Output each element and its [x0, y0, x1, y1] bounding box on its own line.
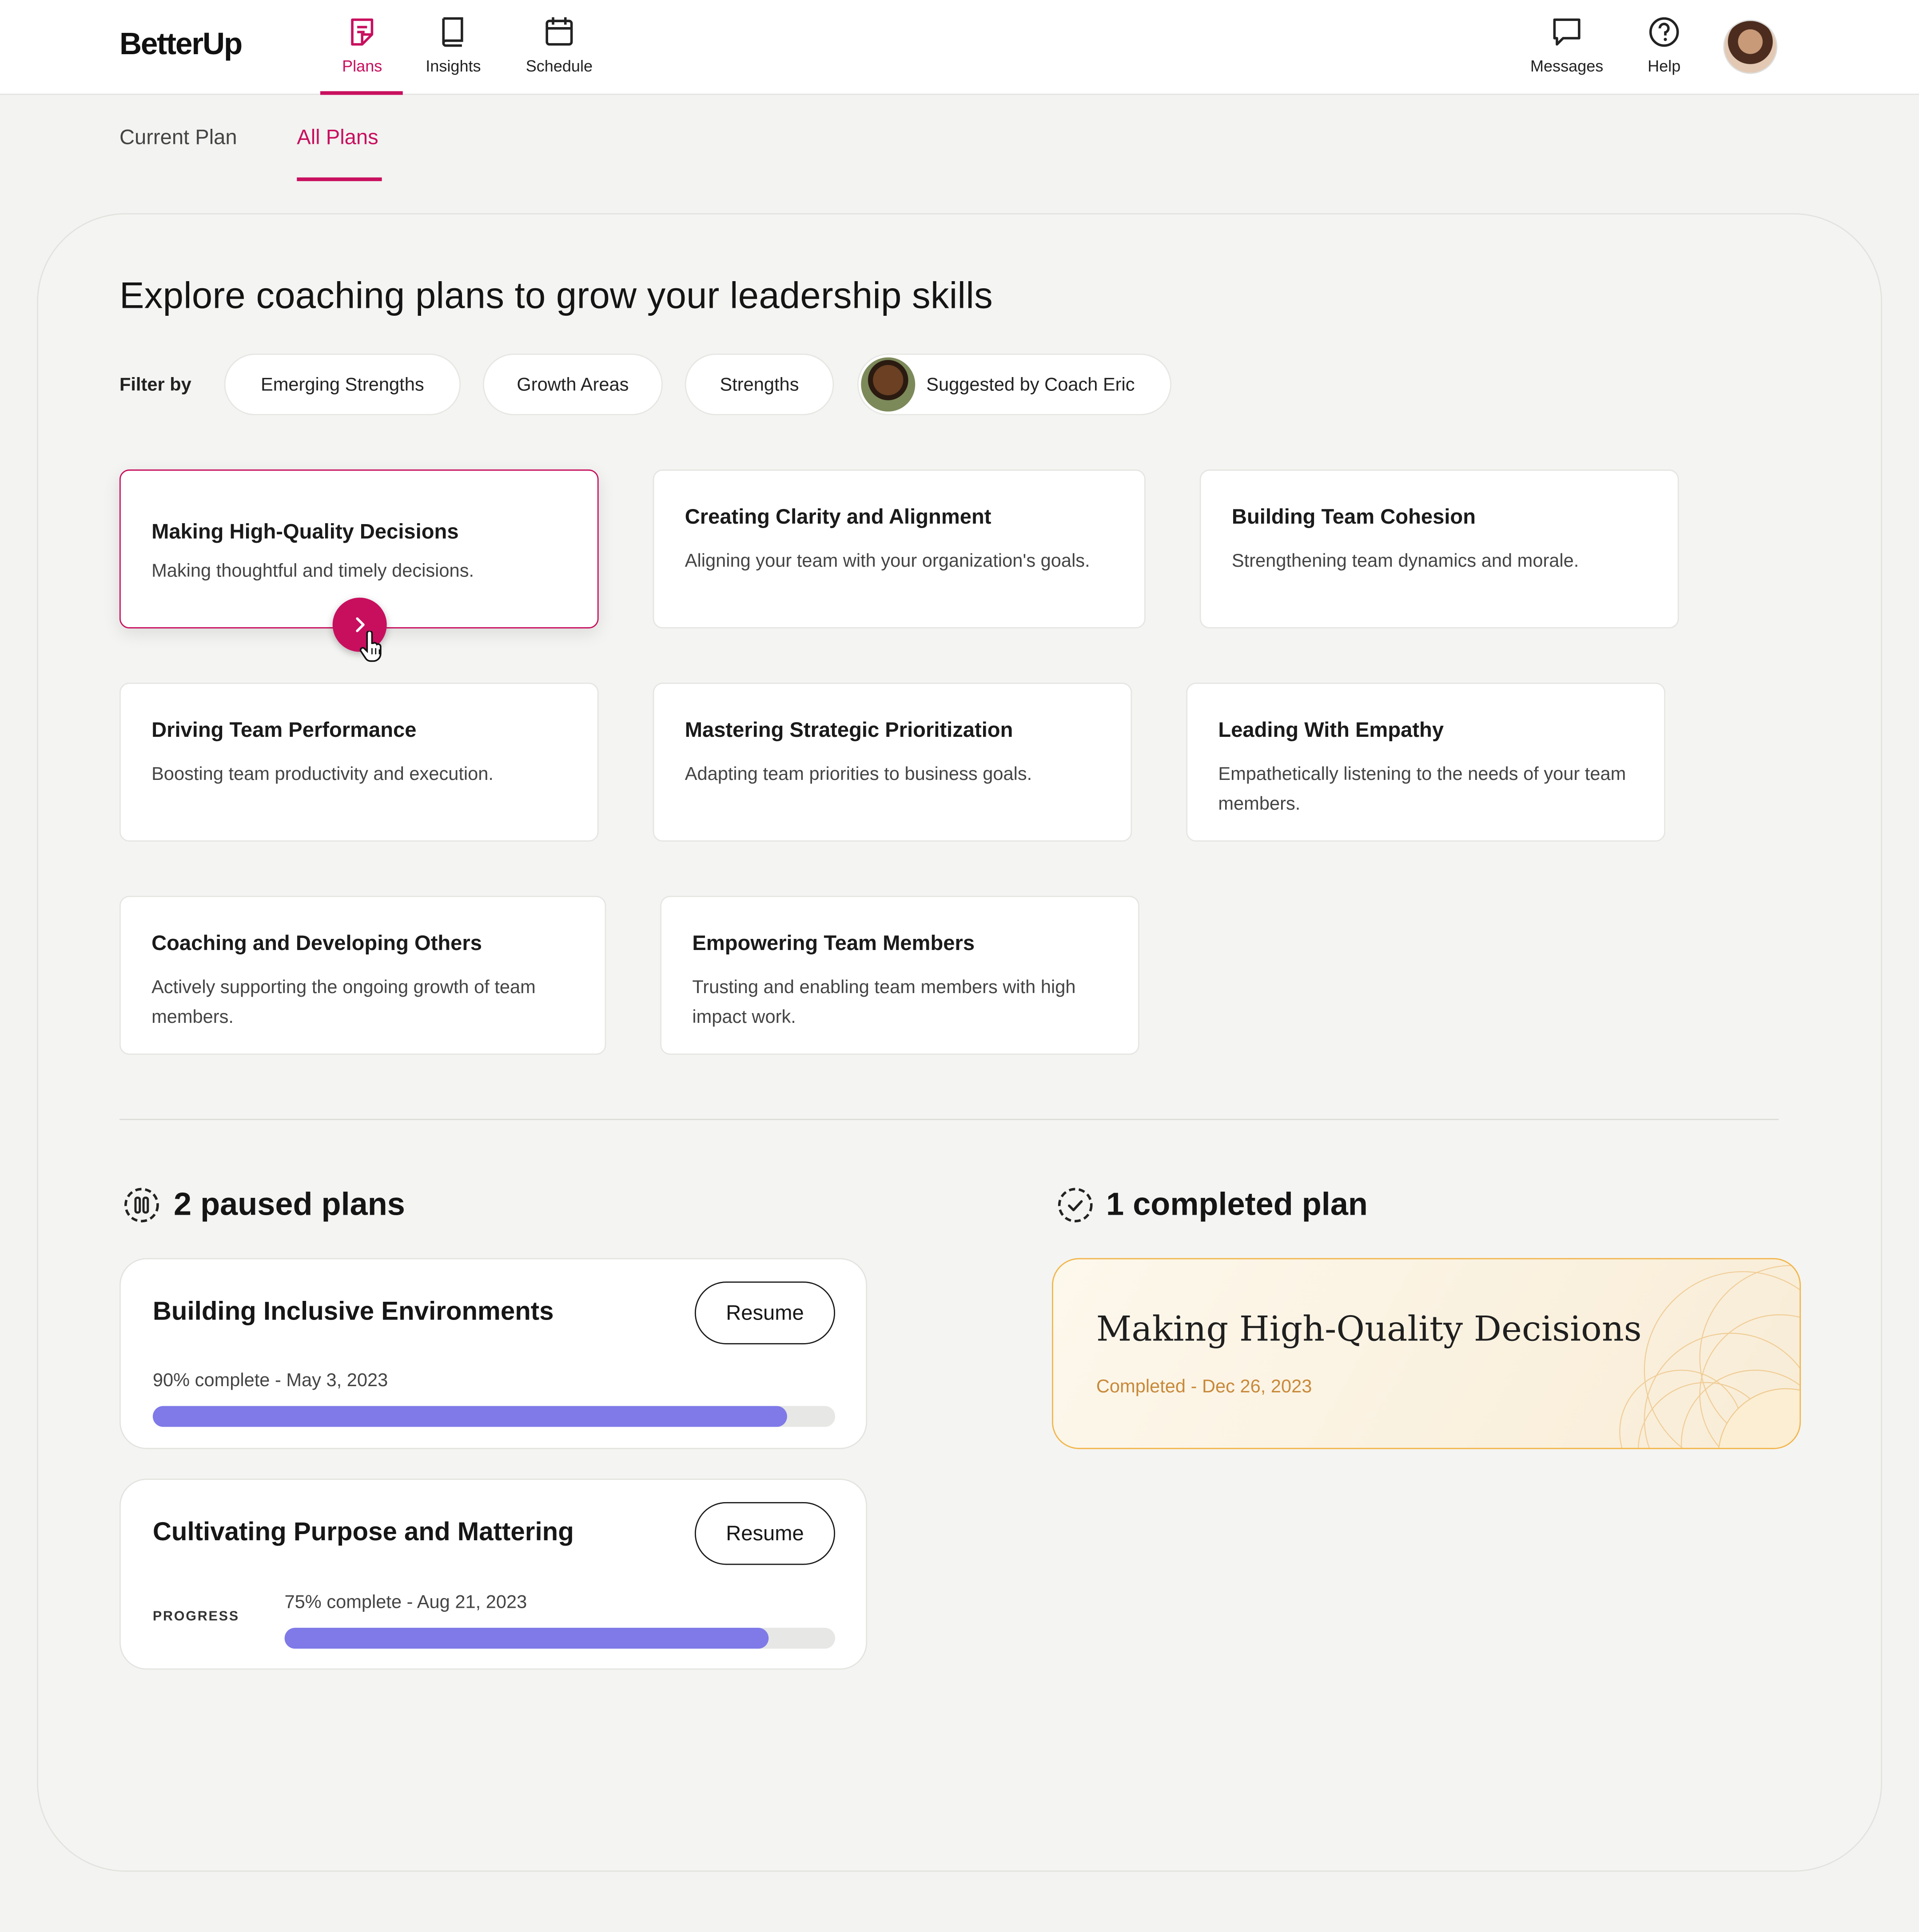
user-avatar[interactable] [1723, 20, 1778, 74]
plans-icon [351, 18, 374, 46]
plan-card[interactable]: Building Team Cohesion Strengthening tea… [1199, 469, 1679, 628]
plan-title: Driving Team Performance [151, 718, 417, 742]
help-icon [1649, 17, 1679, 47]
nav-insights-label: Insights [426, 56, 481, 76]
completed-plans-title: 1 completed plan [1106, 1185, 1368, 1223]
plan-description: Aligning your team with your organizatio… [685, 551, 1090, 572]
plan-card[interactable]: Leading With Empathy Empathetically list… [1186, 683, 1665, 842]
progress-bar [152, 1406, 836, 1427]
plan-card[interactable]: Mastering Strategic Prioritization Adapt… [653, 683, 1132, 842]
nav-plans-label: Plans [342, 56, 382, 76]
plan-title: Coaching and Developing Others [151, 931, 482, 955]
filter-growth-areas[interactable]: Growth Areas [482, 354, 663, 415]
completed-icon [1058, 1188, 1093, 1223]
nav-help-label: Help [1648, 56, 1681, 76]
chat-icon [1553, 18, 1581, 46]
nav-help[interactable]: Help [1615, 15, 1713, 75]
paused-plan-card: Building Inclusive Environments Resume 9… [119, 1258, 868, 1449]
progress-label: PROGRESS [152, 1609, 239, 1624]
progress-fill [152, 1406, 788, 1427]
progress-bar [284, 1627, 836, 1649]
nav-messages-label: Messages [1530, 56, 1604, 76]
sunburst-decoration [1619, 1265, 1800, 1448]
calendar-icon [545, 17, 573, 46]
page-title: Explore coaching plans to grow your lead… [119, 276, 993, 317]
nav-messages[interactable]: Messages [1517, 15, 1616, 75]
nav-insights[interactable]: Insights [404, 15, 503, 75]
plan-description: Adapting team priorities to business goa… [685, 764, 1032, 785]
resume-button[interactable]: Resume [694, 1502, 836, 1565]
filter-suggested-label: Suggested by Coach Eric [926, 374, 1135, 395]
hand-cursor-icon [359, 631, 382, 662]
nav-schedule[interactable]: Schedule [510, 15, 609, 75]
plan-description: Boosting team productivity and execution… [151, 764, 494, 785]
filter-suggested-by-coach[interactable]: Suggested by Coach Eric [857, 354, 1172, 415]
subtab-active-indicator [297, 177, 382, 181]
paused-plan-title: Building Inclusive Environments [152, 1297, 554, 1326]
plan-description: Actively supporting the ongoing growth o… [151, 977, 536, 1028]
plan-card[interactable]: Creating Clarity and Alignment Aligning … [653, 469, 1146, 628]
plan-card[interactable]: Coaching and Developing Others Actively … [119, 895, 606, 1055]
plan-title: Creating Clarity and Alignment [685, 505, 991, 529]
completed-plan-date: Completed - Dec 26, 2023 [1096, 1376, 1312, 1398]
filter-strengths[interactable]: Strengths [685, 354, 834, 415]
coach-avatar [861, 357, 916, 412]
filter-emerging-strengths[interactable]: Emerging Strengths [224, 354, 461, 415]
book-icon [442, 17, 463, 47]
plan-title: Making High-Quality Decisions [151, 520, 459, 544]
betterup-logo[interactable]: BetterUp [119, 27, 243, 63]
progress-fill [284, 1627, 769, 1649]
plan-title: Empowering Team Members [692, 931, 975, 955]
progress-status: 90% complete - May 3, 2023 [152, 1370, 388, 1391]
resume-button[interactable]: Resume [694, 1281, 836, 1344]
plan-title: Building Team Cohesion [1231, 505, 1476, 529]
paused-plan-card: Cultivating Purpose and Mattering Resume… [119, 1479, 868, 1670]
plan-description: Strengthening team dynamics and morale. [1231, 551, 1579, 572]
paused-plan-title: Cultivating Purpose and Mattering [152, 1518, 574, 1546]
completed-plan-card[interactable]: Making High-Quality Decisions Completed … [1052, 1258, 1801, 1449]
plan-card[interactable]: Driving Team Performance Boosting team p… [119, 683, 599, 842]
plan-description: Trusting and enabling team members with … [692, 977, 1076, 1028]
paused-plans-title: 2 paused plans [173, 1185, 405, 1223]
progress-status: 75% complete - Aug 21, 2023 [284, 1592, 527, 1613]
nav-plans[interactable]: Plans [313, 15, 411, 75]
section-divider [119, 1119, 1779, 1120]
nav-schedule-label: Schedule [526, 56, 593, 76]
tab-current-plan[interactable]: Current Plan [119, 126, 237, 150]
filter-label: Filter by [119, 374, 191, 396]
paused-icon [124, 1188, 159, 1223]
plan-title: Mastering Strategic Prioritization [685, 718, 1013, 742]
nav-active-indicator [320, 91, 403, 95]
completed-plan-title: Making High-Quality Decisions [1096, 1308, 1642, 1349]
plan-title: Leading With Empathy [1218, 718, 1444, 742]
plan-description: Empathetically listening to the needs of… [1218, 764, 1626, 815]
top-nav: BetterUp Plans Insights Schedule Message… [0, 0, 1919, 95]
plan-card[interactable]: Empowering Team Members Trusting and ena… [660, 895, 1139, 1055]
tab-all-plans[interactable]: All Plans [297, 126, 378, 150]
plan-description: Making thoughtful and timely decisions. [151, 561, 474, 582]
